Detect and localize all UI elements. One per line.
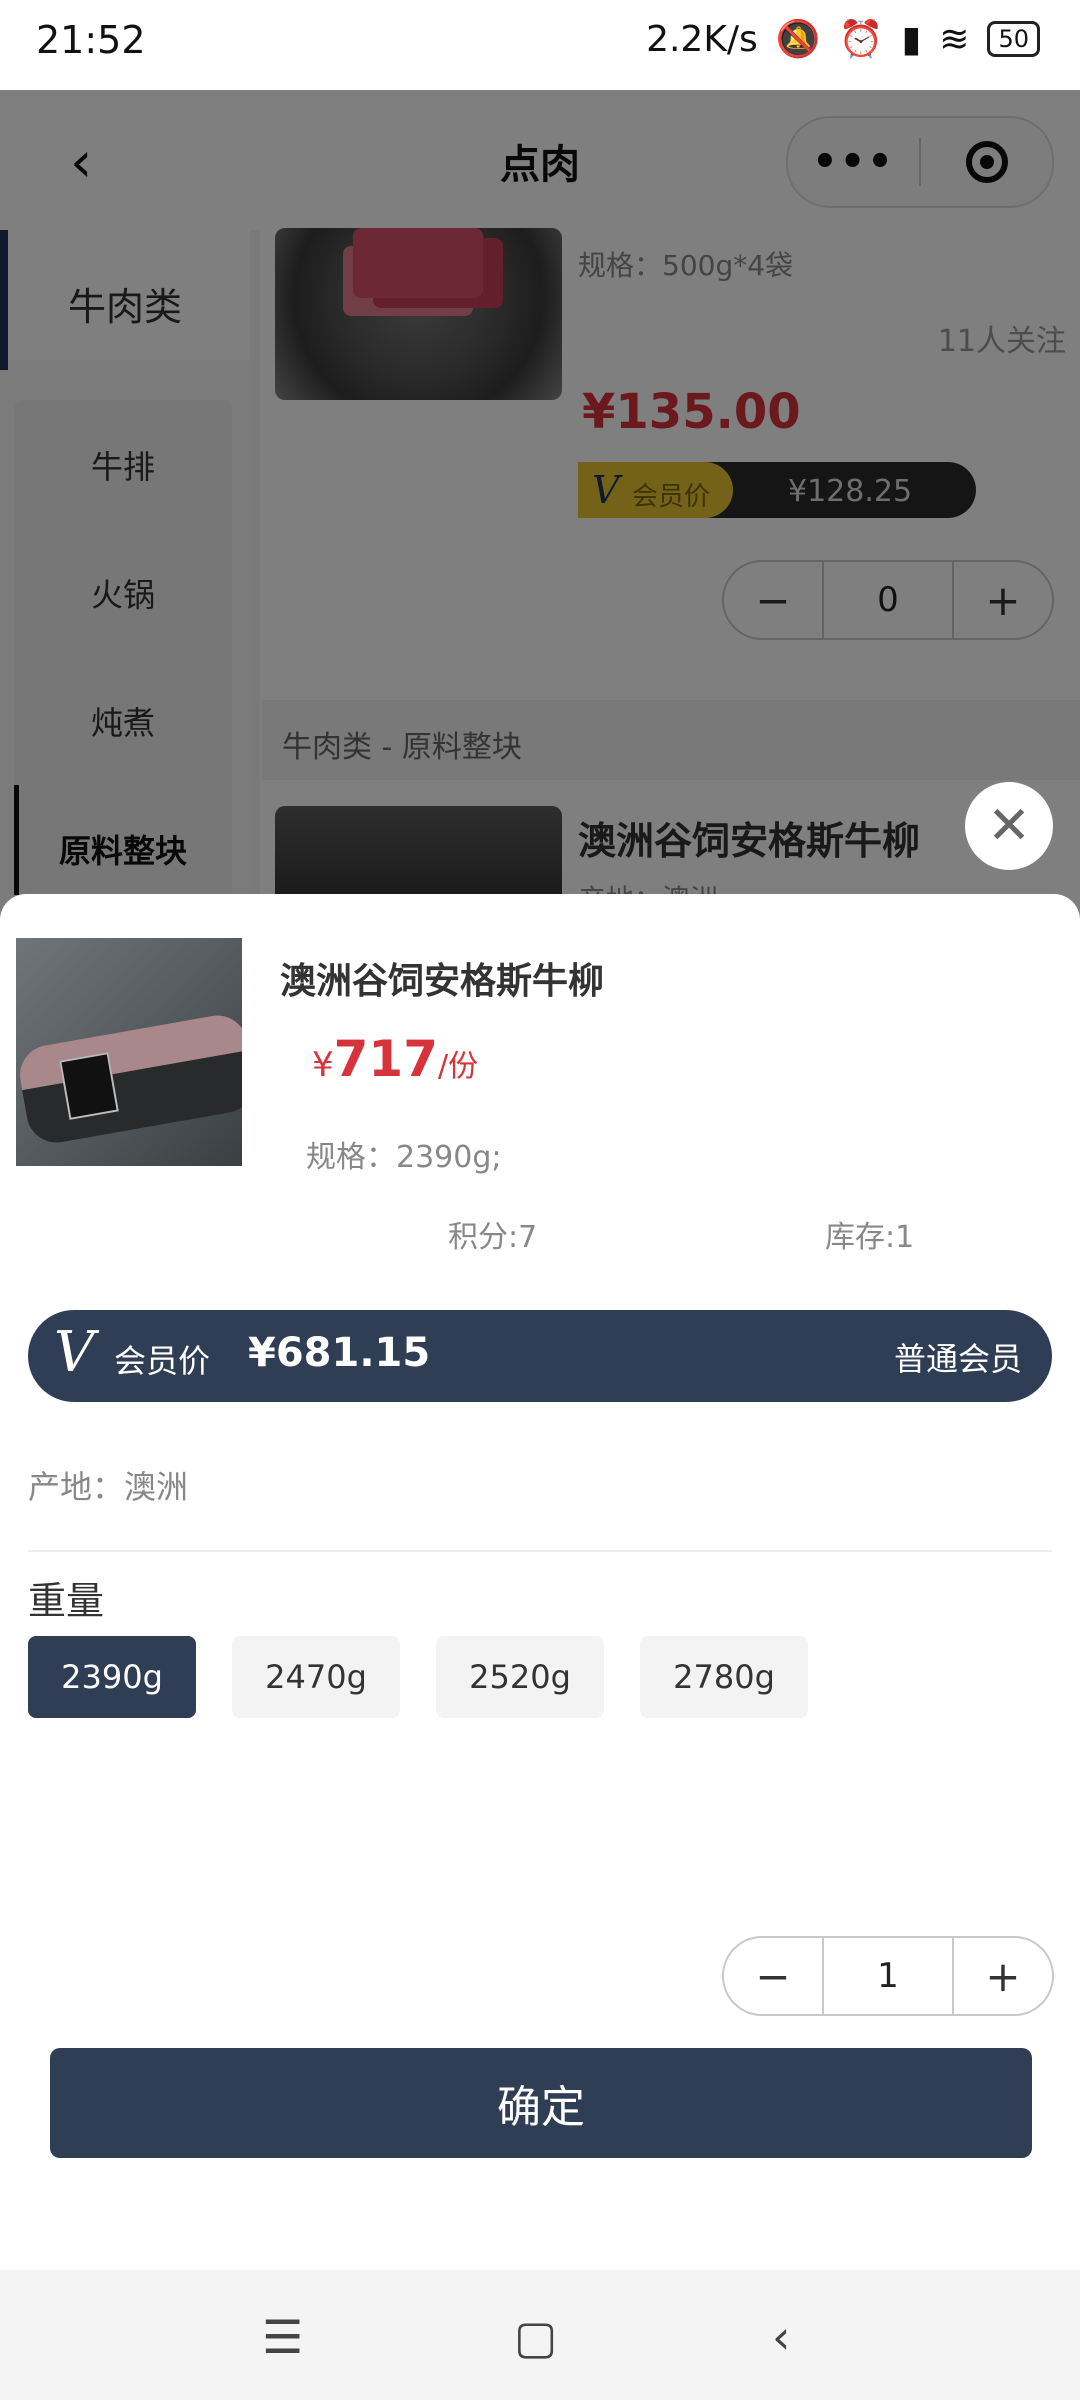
confirm-button[interactable]: 确定 [50,2048,1032,2158]
divider [28,1550,1052,1552]
menu-icon[interactable]: ☰ [262,2310,303,2364]
detail-product-name: 澳洲谷饲安格斯牛柳 [280,961,605,1002]
price-value: 717 [333,1030,439,1088]
plus-icon: + [985,1951,1021,2001]
detail-price: ¥717/份 [312,1030,478,1088]
weight-option-2390g[interactable]: 2390g [28,1636,196,1718]
detail-points: 积分:7 [448,1220,538,1255]
detail-quantity-stepper: − 1 + [722,1936,1054,2016]
minus-icon: − [755,1951,791,2001]
weight-options: 2390g 2470g 2520g 2780g [28,1636,808,1718]
beef-package-graphic [16,1010,242,1148]
close-sheet-button[interactable]: ✕ [965,782,1053,870]
increment-button[interactable]: + [954,1938,1052,2014]
detail-product-image [16,938,242,1166]
price-unit: /份 [438,1049,479,1084]
back-nav-icon[interactable]: ‹ [772,2310,790,2364]
status-indicators: 2.2K/s 🔕 ⏰ ▮ ≋ 50 [646,18,1040,60]
wifi-icon: ≋ [939,18,970,60]
weight-label: 重量 [28,1579,105,1623]
member-level: 普通会员 [893,1340,1022,1378]
decrement-button[interactable]: − [724,1938,822,2014]
member-price-value: ¥681.15 [248,1330,431,1376]
status-bar: 21:52 2.2K/s 🔕 ⏰ ▮ ≋ 50 [0,0,1080,90]
close-icon: ✕ [987,796,1031,856]
detail-stock: 库存:1 [825,1220,915,1255]
detail-origin: 产地：澳洲 [28,1468,189,1506]
mute-icon: 🔕 [775,19,821,60]
package-label-graphic [59,1052,119,1120]
currency-symbol: ¥ [312,1045,334,1085]
detail-spec: 规格：2390g; [306,1140,502,1175]
weight-option-2470g[interactable]: 2470g [232,1636,400,1718]
signal-icon: ▮ [901,18,922,60]
system-nav-bar: ☰ ▢ ‹ [0,2270,1080,2400]
network-speed: 2.2K/s [646,18,758,60]
weight-option-2520g[interactable]: 2520g [436,1636,604,1718]
alarm-icon: ⏰ [838,19,884,60]
home-icon[interactable]: ▢ [514,2310,557,2364]
weight-option-2780g[interactable]: 2780g [640,1636,808,1718]
quantity-value[interactable]: 1 [822,1938,954,2014]
member-price-bar: V 会员价 ¥681.15 普通会员 [28,1310,1052,1402]
member-price-label: 会员价 [114,1342,211,1380]
vip-v-icon: V [54,1320,95,1385]
battery-icon: 50 [987,21,1040,57]
status-time: 21:52 [36,18,146,62]
